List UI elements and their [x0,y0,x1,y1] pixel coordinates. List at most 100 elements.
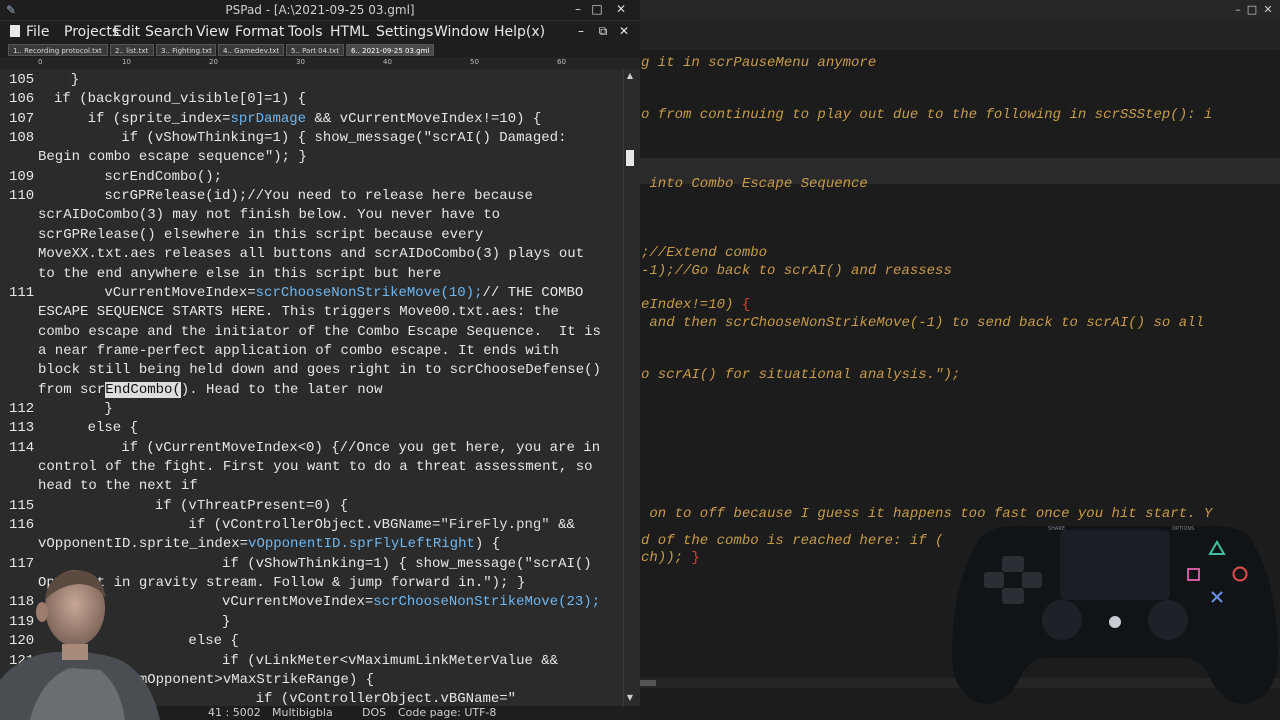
code-token: // THE COMBO [482,284,584,301]
code-token: vOpponentID.sprFlyLeftRight [248,536,475,553]
code-token: scrEndCombo(); [54,168,223,185]
status-position: 41 : 5002 [208,706,261,719]
close-icon[interactable]: ✕ [612,1,630,17]
tab-active-gml[interactable]: 6.. 2021-09-25 03.gml [346,44,434,56]
ps-button-icon [1109,616,1121,628]
code-token: vOpponentID.sprite_index= [38,536,249,553]
menu-html[interactable]: HTML [330,24,369,40]
right-title-bar: – □ ✕ [640,0,1280,22]
code-token: if (vCurrentMoveIndex<0) {//Once you get… [54,439,601,456]
ruler-mark: 50 [470,58,479,66]
right-code-line: o from continuing to play out due to the… [641,107,1212,123]
line-number: 106 [9,91,35,108]
tab-fighting[interactable]: 3.. Fighting.txt [156,44,216,56]
tab-part-04[interactable]: 5.. Part 04.txt [286,44,344,56]
menu-help[interactable]: Help(x) [494,24,545,40]
code-line: } [54,72,79,88]
right-code-token: g it in scrPauseMenu anymore [641,55,877,71]
menu-format[interactable]: Format [235,24,284,40]
code-line-wrapped: control of the fight. First you want to … [38,459,593,475]
doc-restore-icon[interactable]: ⧉ [594,23,612,39]
menu-tools[interactable]: Tools [288,24,323,40]
menu-projects[interactable]: Projects [64,24,119,40]
code-line-wrapped: ESCAPE SEQUENCE STARTS HERE. This trigge… [38,304,559,320]
scroll-up-icon[interactable]: ▲ [625,71,635,81]
line-number: 112 [9,400,35,417]
code-token: else { [54,420,139,437]
tab-gamedev[interactable]: 4.. Gamedev.txt [218,44,284,56]
code-line: } [54,400,113,417]
code-token: sprDamage [230,110,307,127]
line-number: 114 [9,439,35,456]
code-line: if (vCurrentMoveIndex<0) {//Once you get… [54,440,600,456]
right-scroll-thumb[interactable] [640,680,656,686]
right-code-token: eIndex!=10) [641,297,742,313]
status-line-ending: DOS [362,706,387,719]
options-label: OPTIONS [1172,526,1194,532]
code-token: a near frame-perfect application of comb… [38,342,559,359]
code-token: to the end anywhere else in this script … [38,265,442,282]
code-token: scrAIDoCombo(3) may not finish below. Yo… [38,207,501,224]
right-toolbar [640,22,1280,50]
document-icon[interactable] [10,25,20,37]
code-token: head to the next if [38,478,198,495]
code-token: scrChooseNonStrikeMove(10); [255,284,483,301]
right-code-line: and then scrChooseNonStrikeMove(-1) to s… [641,315,1204,331]
title-bar: ✎ PSPad - [A:\2021-09-25 03.gml] – □ ✕ [0,0,640,20]
webcam-person-image [0,570,160,720]
code-token: scrChooseNonStrikeMove(23); [373,594,601,611]
menu-file[interactable]: File [26,24,49,40]
minimize-icon[interactable]: – [569,1,587,17]
right-code-line: ch)); } [641,550,700,566]
right-maximize-icon[interactable]: □ [1244,3,1260,17]
doc-minimize-icon[interactable]: – [572,23,590,39]
line-number: 107 [9,110,35,127]
line-number: 105 [9,72,35,88]
right-code-token: { [741,297,751,313]
status-mode: Multibigbla [272,706,333,719]
ruler-mark: 40 [383,58,392,66]
menu-view[interactable]: View [196,24,229,40]
code-token: scrGPRelease(id);//You need to release h… [54,188,533,205]
menu-window[interactable]: Window [434,24,489,40]
right-code-token: and then scrChooseNonStrikeMove(-1) to s… [641,315,1204,331]
pspad-window: ✎ PSPad - [A:\2021-09-25 03.gml] – □ ✕ F… [0,0,640,720]
code-token: } [54,72,80,88]
scroll-thumb[interactable] [626,150,634,166]
ruler-mark: 60 [557,58,566,66]
ruler-mark: 20 [209,58,218,66]
right-code-line: g it in scrPauseMenu anymore [641,55,876,71]
tab-recording-protocol[interactable]: 1.. Recording protocol.txt [8,44,108,56]
menu-settings[interactable]: Settings [376,24,433,40]
right-analog-stick-icon [1148,600,1188,640]
right-code-token: on to off because I guess it happens [641,506,961,522]
code-token: } [54,400,113,417]
code-token: if (background_visible[0]=1) { [54,91,307,108]
maximize-icon[interactable]: □ [588,1,606,17]
code-line: if (background_visible[0]=1) { [54,91,306,107]
menu-edit[interactable]: Edit [113,24,140,40]
right-code-token: d of the combo is reached here: if ( [641,533,944,549]
code-line: if (vControllerObject.vBGName="FireFly.p… [54,517,574,534]
scroll-down-icon[interactable]: ▼ [625,693,635,703]
code-line-wrapped: block still being held down and goes rig… [38,362,601,378]
code-line-wrapped: combo escape and the initiator of the Co… [38,324,601,340]
right-code-token: -1);//Go back to scrAI() and reassess [641,263,952,279]
code-token: if (vControllerObject.vBGName= [54,517,441,534]
left-analog-stick-icon [1042,600,1082,640]
code-line-wrapped: scrAIDoCombo(3) may not finish below. Yo… [38,207,500,223]
column-ruler: 0 10 20 30 40 50 60 [0,57,640,69]
vertical-scrollbar[interactable]: ▲ ▼ [623,70,636,706]
status-codepage: Code page: UTF-8 [398,706,497,719]
code-token: ). Head to the later now [180,381,383,398]
ruler-mark: 10 [122,58,131,66]
gamepad-overlay-image: SHARE OPTIONS [951,525,1279,704]
code-line-wrapped: MoveXX.txt.aes releases all buttons and … [38,246,584,262]
menu-search[interactable]: Search [145,24,193,40]
right-close-icon[interactable]: ✕ [1260,3,1276,17]
tab-list[interactable]: 2.. list.txt [110,44,154,56]
code-line: scrEndCombo(); [54,169,222,185]
doc-close-icon[interactable]: ✕ [615,23,633,39]
line-number: 108 [9,130,35,147]
dpad-right-icon [1022,572,1042,588]
